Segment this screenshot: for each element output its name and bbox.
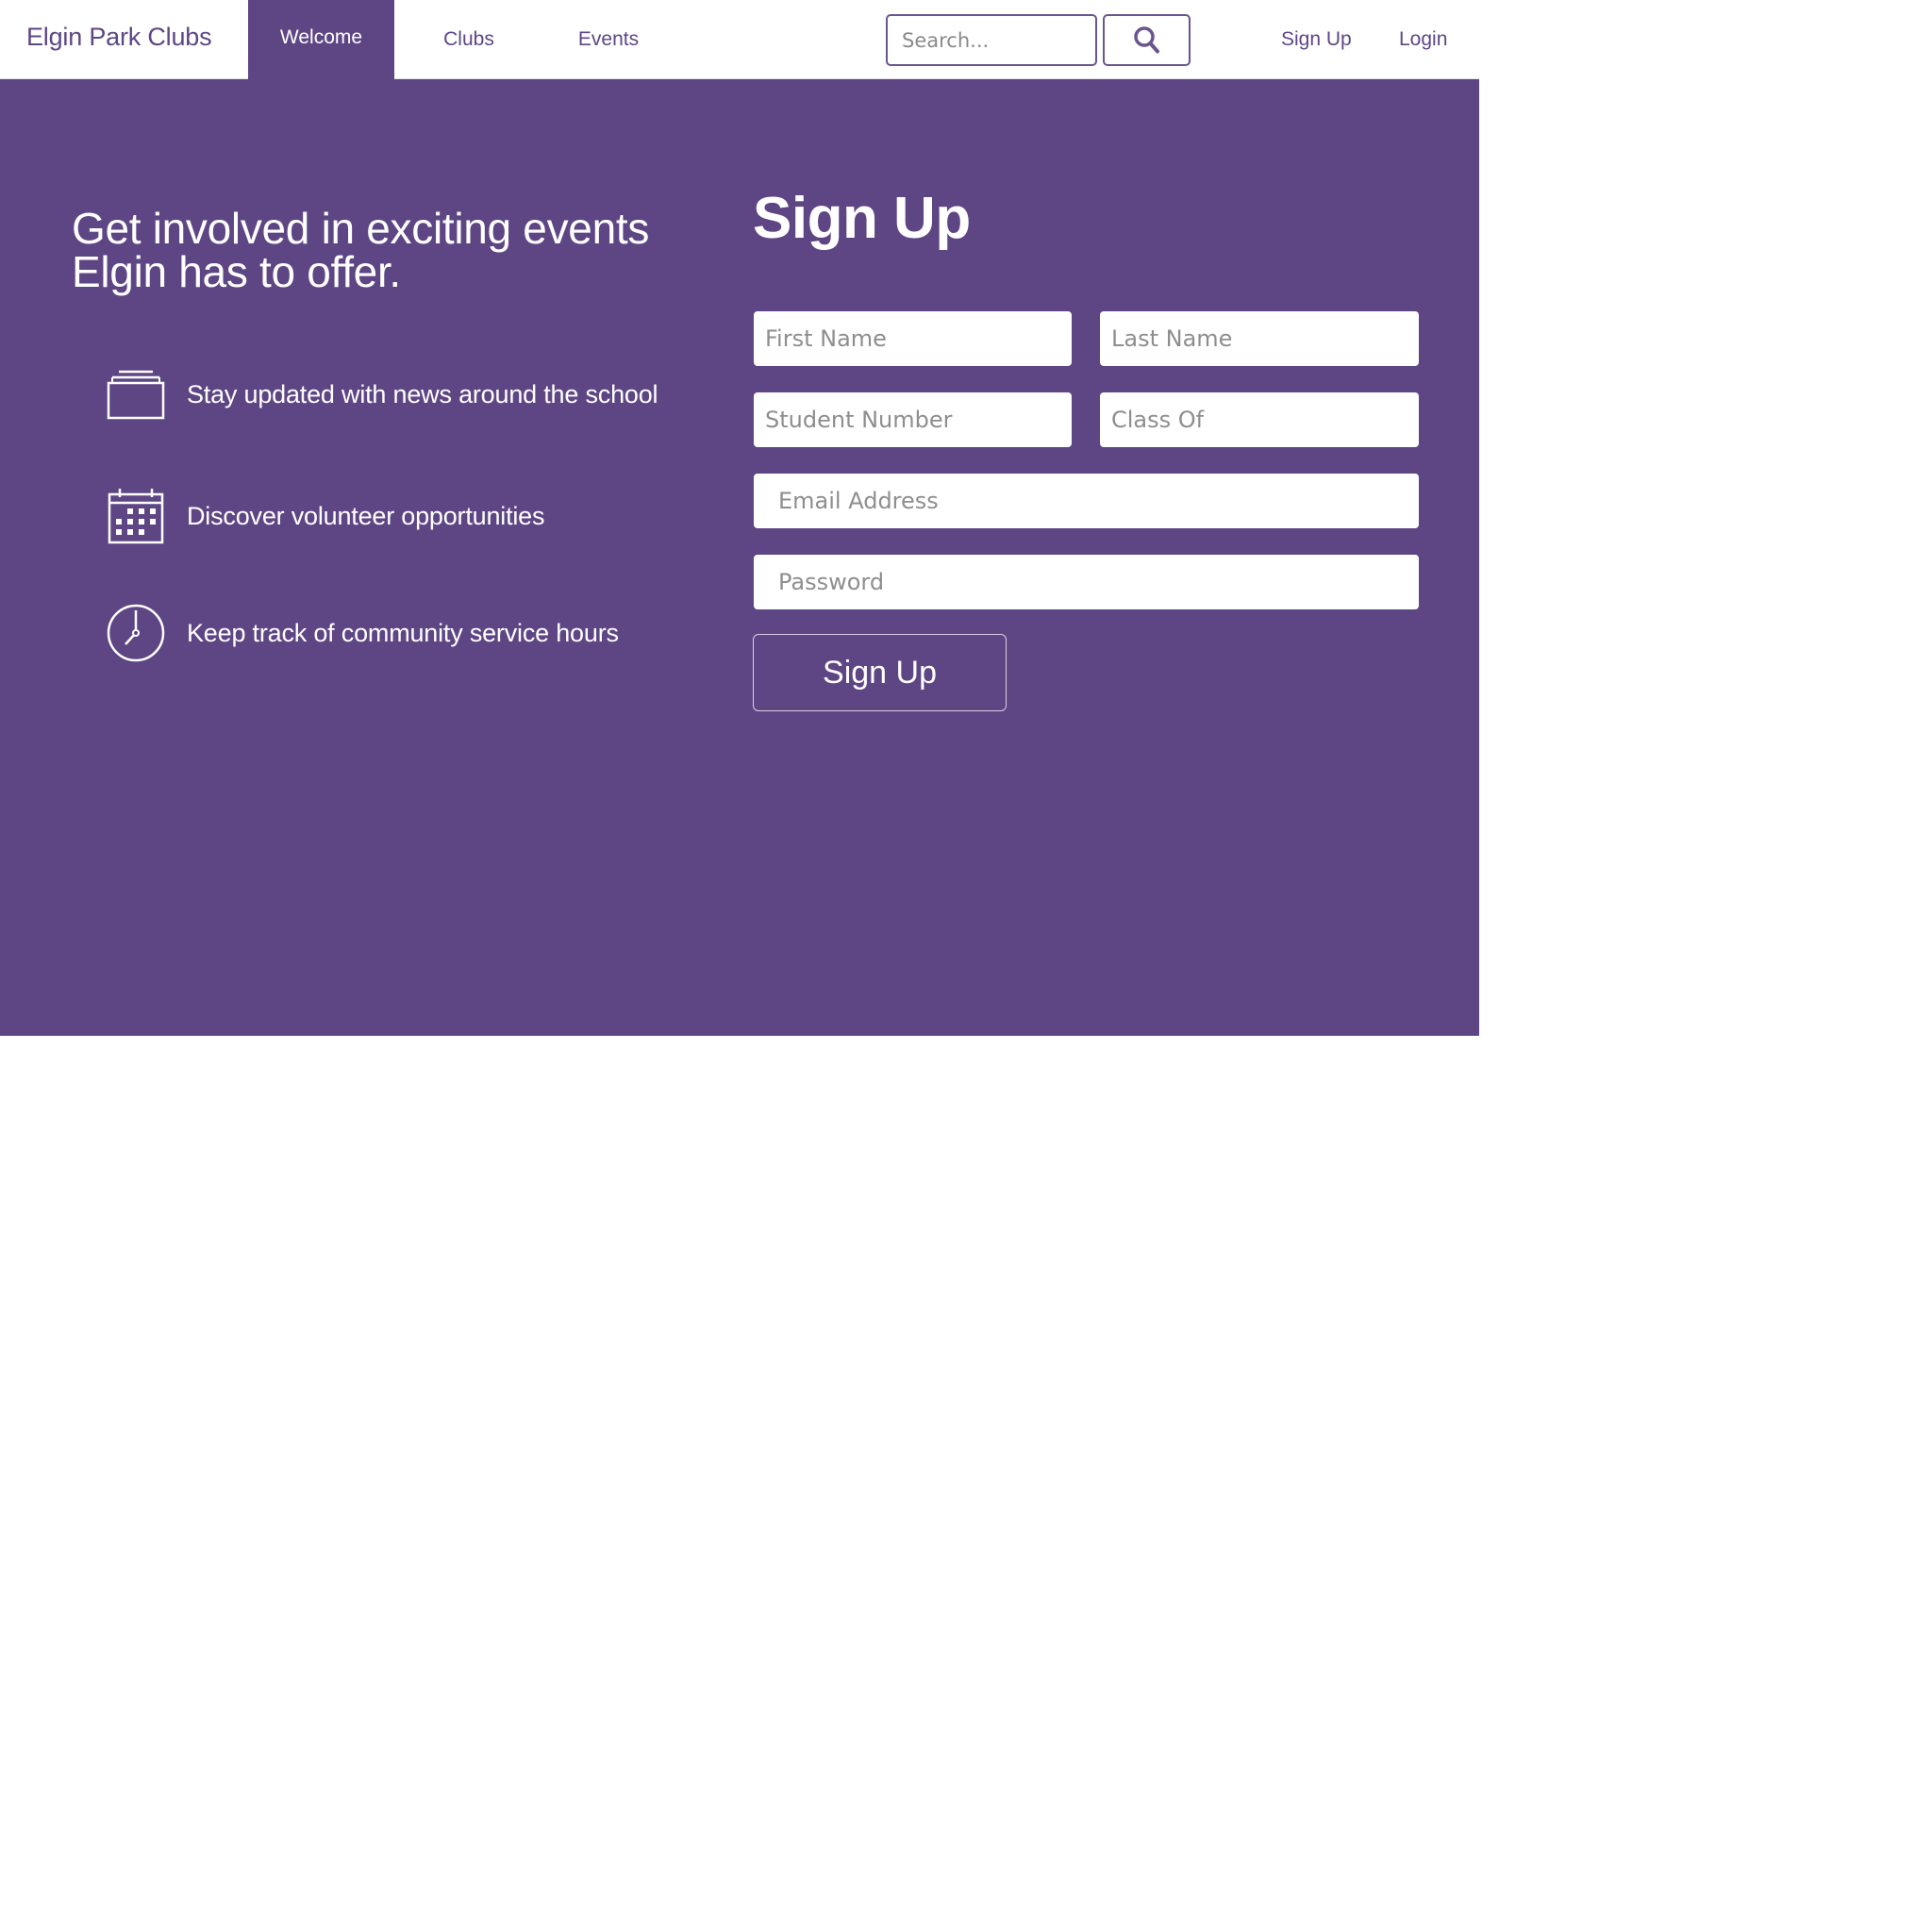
feature-hours-text: Keep track of community service hours	[187, 618, 619, 647]
class-of-field[interactable]	[1100, 392, 1419, 447]
tab-clubs[interactable]: Clubs	[408, 0, 530, 79]
nav-signup-link[interactable]: Sign Up	[1281, 28, 1352, 51]
student-number-field[interactable]	[754, 392, 1072, 447]
signup-submit-button[interactable]: Sign Up	[753, 634, 1007, 711]
nav-login-link[interactable]: Login	[1399, 28, 1447, 51]
feature-news-text: Stay updated with news around the school	[187, 379, 658, 408]
feature-news: Stay updated with news around the school	[106, 364, 658, 425]
feature-volunteer: Discover volunteer opportunities	[106, 486, 545, 546]
tab-events-label: Events	[577, 28, 640, 50]
signup-form-title: Sign Up	[753, 186, 971, 251]
email-field[interactable]	[754, 474, 1419, 528]
first-name-field[interactable]	[754, 311, 1072, 366]
clock-icon	[106, 603, 166, 663]
hero-section: Get involved in exciting events Elgin ha…	[0, 79, 1479, 1036]
top-navbar: Elgin Park Clubs Welcome Clubs Events Si…	[0, 0, 1479, 79]
news-stack-icon	[106, 364, 166, 425]
search-input[interactable]	[886, 14, 1097, 66]
search-button[interactable]	[1103, 14, 1191, 66]
search-icon	[1133, 25, 1159, 53]
password-field[interactable]	[754, 555, 1419, 609]
calendar-icon	[106, 486, 166, 546]
last-name-field[interactable]	[1100, 311, 1419, 366]
tab-events[interactable]: Events	[547, 0, 670, 79]
brand-logo-link[interactable]: Elgin Park Clubs	[26, 23, 212, 52]
feature-hours: Keep track of community service hours	[106, 603, 619, 663]
tab-clubs-label: Clubs	[443, 28, 494, 50]
hero-headline: Get involved in exciting events Elgin ha…	[72, 204, 650, 296]
feature-volunteer-text: Discover volunteer opportunities	[187, 501, 545, 530]
tab-welcome[interactable]: Welcome	[248, 0, 394, 79]
tab-welcome-label: Welcome	[279, 26, 363, 48]
